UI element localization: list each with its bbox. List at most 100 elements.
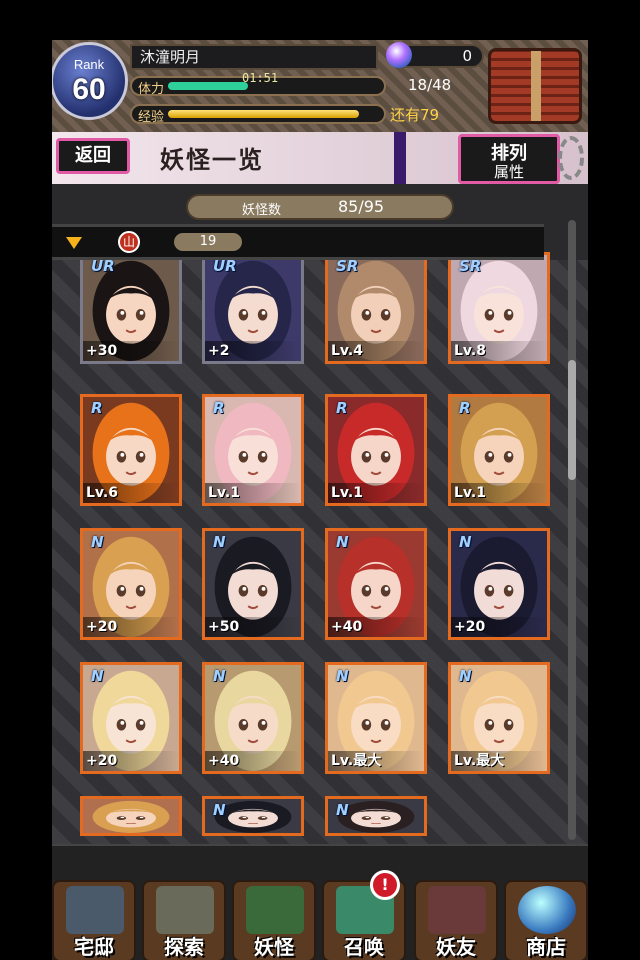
- stamina-fill: [168, 82, 248, 90]
- nav-label: 妖友: [436, 935, 476, 959]
- rarity-label: N: [459, 667, 472, 685]
- monster-card[interactable]: N +20: [448, 528, 550, 640]
- stamina-bar: 体力 01:51: [130, 71, 386, 97]
- card-level: Lv.1: [328, 483, 424, 503]
- scrollbar[interactable]: [568, 220, 576, 840]
- monster-card[interactable]: SR Lv.8: [448, 252, 550, 364]
- nav-label: 妖怪: [254, 935, 294, 959]
- card-level: +50: [205, 617, 301, 637]
- rarity-label: N: [213, 533, 226, 551]
- stamina-value: 18/48: [408, 76, 452, 94]
- monster-count-label: 妖怪数: [242, 203, 282, 218]
- rank-label: Rank: [73, 57, 105, 72]
- card-level: Lv.1: [451, 483, 547, 503]
- stamina-label: 体力: [138, 82, 165, 97]
- monster-card[interactable]: N +20: [80, 528, 182, 640]
- card-level: Lv.1: [205, 483, 301, 503]
- rarity-label: N: [336, 801, 349, 819]
- monster-card[interactable]: N +20: [80, 662, 182, 774]
- exp-fill: [168, 110, 359, 118]
- monster-card[interactable]: R Lv.1: [325, 394, 427, 506]
- card-level: +20: [83, 751, 179, 771]
- monster-card[interactable]: SR Lv.4: [325, 252, 427, 364]
- rarity-label: R: [459, 399, 471, 417]
- monster-count: 妖怪数 85/95: [186, 194, 454, 220]
- gear-icon: [558, 136, 584, 180]
- card-level: +20: [451, 617, 547, 637]
- monster-card[interactable]: N: [202, 796, 304, 836]
- summon-alert-badge: !: [370, 870, 400, 900]
- sort-mode: 属性: [493, 163, 524, 181]
- nav-label: 宅邸: [74, 935, 114, 959]
- rank-badge[interactable]: Rank 60: [52, 42, 128, 120]
- card-level: Lv.6: [83, 483, 179, 503]
- page-title: 妖怪一览: [160, 146, 264, 174]
- rarity-label: N: [91, 667, 104, 685]
- nav-label: 探索: [164, 935, 204, 959]
- sort-button[interactable]: 排列 属性: [458, 134, 560, 184]
- card-level: +30: [83, 341, 179, 361]
- card-level: +40: [205, 751, 301, 771]
- rarity-label: R: [213, 399, 225, 417]
- gem-counter[interactable]: 0: [386, 42, 484, 68]
- monster-card[interactable]: R Lv.1: [448, 394, 550, 506]
- rarity-label: N: [213, 801, 226, 819]
- stamina-timer: 01:51: [242, 71, 279, 85]
- title-divider: [394, 132, 406, 184]
- rarity-label: N: [336, 667, 349, 685]
- nav-button[interactable]: 妖友: [414, 880, 498, 960]
- rarity-label: N: [336, 533, 349, 551]
- exp-label: 经验: [138, 110, 165, 125]
- title-bar: 返回 妖怪一览 排列 属性: [52, 132, 588, 184]
- monster-icon: [246, 886, 304, 934]
- rarity-label: R: [336, 399, 348, 417]
- card-level: Lv.最大: [451, 751, 547, 771]
- filter-bar: 山 19: [52, 224, 544, 260]
- monster-card[interactable]: R Lv.1: [202, 394, 304, 506]
- monster-card[interactable]: UR +30: [80, 252, 182, 364]
- nav-button[interactable]: 宅邸: [52, 880, 136, 960]
- game-frame: Rank 60 沐潼明月 0 体力 01:51 18/48 经验 还有79 返回…: [52, 40, 588, 960]
- card-grid: UR +30 UR +2 SR Lv.4 SR Lv.8 R Lv.6 R Lv.1 R Lv.1 R Lv.…: [52, 252, 588, 844]
- chest-band: [531, 51, 541, 121]
- rarity-label: N: [459, 533, 472, 551]
- card-level: Lv.最大: [328, 751, 424, 771]
- item-chest-icon[interactable]: [488, 48, 582, 124]
- nav-button[interactable]: 妖怪: [232, 880, 316, 960]
- filter-value: 19: [174, 233, 242, 251]
- monster-card[interactable]: N +40: [325, 528, 427, 640]
- monster-card[interactable]: N Lv.最大: [325, 662, 427, 774]
- exp-remaining: 还有79: [390, 106, 440, 124]
- gem-icon: [386, 42, 412, 68]
- element-filter-icon[interactable]: 山: [118, 231, 140, 253]
- status-header: Rank 60 沐潼明月 0 体力 01:51 18/48 经验 还有79: [52, 40, 588, 132]
- monster-card[interactable]: N +40: [202, 662, 304, 774]
- nav-button[interactable]: 探索: [142, 880, 226, 960]
- monster-portrait: [83, 799, 179, 833]
- rank-value: 60: [72, 73, 106, 106]
- card-level: +2: [205, 341, 301, 361]
- monster-card[interactable]: R Lv.6: [80, 394, 182, 506]
- rarity-label: N: [213, 667, 226, 685]
- gem-count: 0: [462, 47, 472, 65]
- card-level: +40: [328, 617, 424, 637]
- magnifier-icon: [156, 886, 214, 934]
- house-icon: [66, 886, 124, 934]
- dropdown-arrow-icon[interactable]: [66, 237, 82, 249]
- bottom-nav: 商店 妖友 召唤 妖怪 探索 宅邸 !: [52, 844, 588, 960]
- shop-orb-icon: [518, 886, 576, 934]
- monster-card[interactable]: N +50: [202, 528, 304, 640]
- monster-card[interactable]: N: [325, 796, 427, 836]
- exp-bar: 经验: [130, 104, 386, 125]
- friend-icon: [428, 886, 486, 934]
- monster-card[interactable]: N Lv.最大: [448, 662, 550, 774]
- rarity-label: R: [91, 399, 103, 417]
- nav-button[interactable]: 商店: [504, 880, 588, 960]
- back-button[interactable]: 返回: [56, 138, 130, 174]
- scrollbar-thumb[interactable]: [568, 360, 576, 480]
- nav-label: 商店: [526, 935, 566, 959]
- monster-card[interactable]: UR +2: [202, 252, 304, 364]
- monster-card[interactable]: [80, 796, 182, 836]
- nav-label: 召唤: [344, 935, 384, 959]
- card-level: +20: [83, 617, 179, 637]
